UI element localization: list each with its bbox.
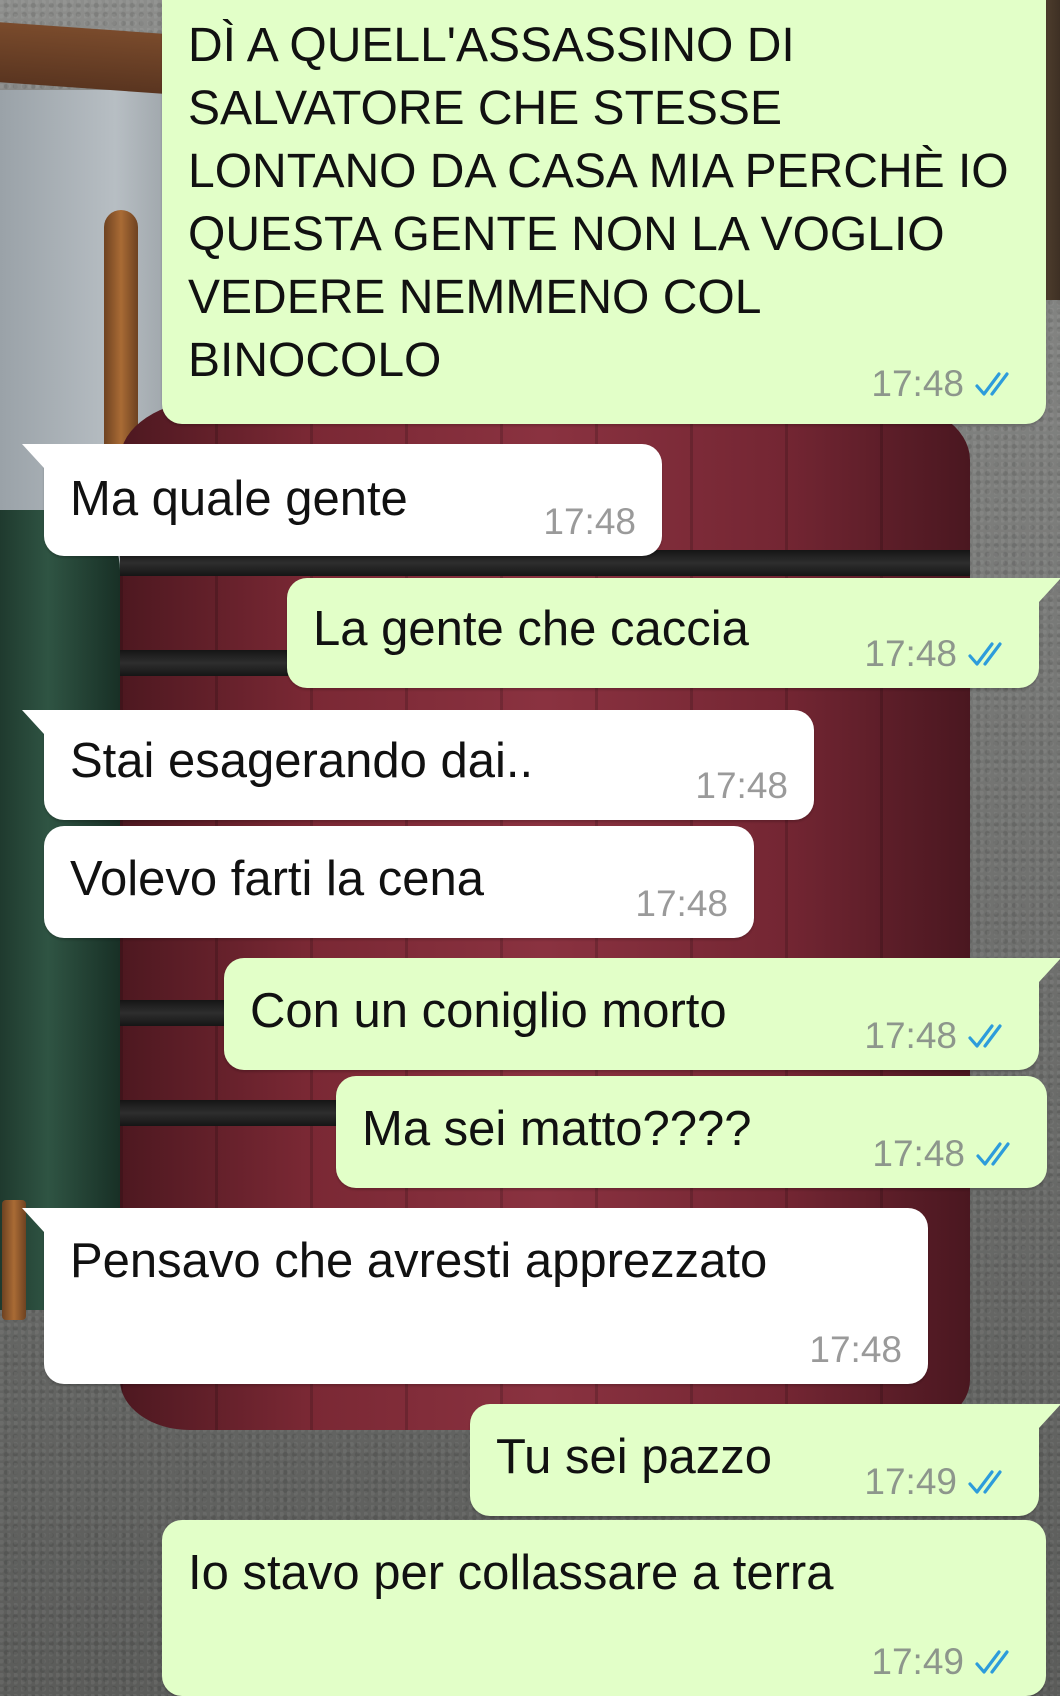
message-time: 17:48	[635, 883, 728, 924]
message-meta: 17:48	[543, 502, 636, 542]
message-time: 17:48	[864, 1015, 957, 1056]
message-text: Io stavo per collassare a terra	[188, 1546, 834, 1600]
message-meta: 17:49	[864, 1462, 1013, 1502]
message-time: 17:48	[543, 501, 636, 542]
message-bubble-incoming[interactable]: Volevo farti la cena 17:48	[44, 826, 754, 938]
chat-message-list[interactable]: DÌ A QUELL'ASSASSINO DI SALVATORE CHE ST…	[0, 0, 1060, 1696]
message-bubble-outgoing[interactable]: La gente che caccia 17:48	[287, 578, 1060, 688]
message-meta: 17:48	[871, 364, 1020, 404]
message-meta: 17:48	[864, 634, 1013, 674]
message-bubble-outgoing[interactable]: Io stavo per collassare a terra 17:49	[162, 1520, 1046, 1696]
double-check-icon	[975, 1650, 1009, 1674]
message-text: Pensavo che avresti apprezzato	[70, 1234, 768, 1288]
message-time: 17:49	[864, 1461, 957, 1502]
message-bubble-outgoing[interactable]: Ma sei matto???? 17:48	[336, 1076, 1047, 1188]
message-text: Stai esagerando dai..	[70, 734, 534, 788]
double-check-icon	[968, 1470, 1002, 1494]
message-text: DÌ A QUELL'ASSASSINO DI SALVATORE CHE ST…	[188, 19, 1022, 387]
message-bubble-incoming[interactable]: Pensavo che avresti apprezzato 17:48	[22, 1208, 928, 1384]
message-bubble-outgoing[interactable]: Con un coniglio morto 17:48	[224, 958, 1060, 1070]
double-check-icon	[968, 1024, 1002, 1048]
message-time: 17:48	[871, 363, 964, 404]
message-meta: 17:48	[695, 766, 788, 806]
message-time: 17:48	[809, 1329, 902, 1370]
message-bubble-incoming[interactable]: Stai esagerando dai.. 17:48	[22, 710, 814, 820]
double-check-icon	[976, 1142, 1010, 1166]
message-time: 17:48	[695, 765, 788, 806]
message-meta: 17:48	[635, 884, 728, 924]
message-bubble-outgoing[interactable]: Tu sei pazzo 17:49	[470, 1404, 1060, 1516]
message-meta: 17:48	[809, 1330, 902, 1370]
message-meta: 17:48	[864, 1016, 1013, 1056]
double-check-icon	[968, 642, 1002, 666]
message-bubble-incoming[interactable]: Ma quale gente 17:48	[22, 444, 662, 556]
double-check-icon	[975, 372, 1009, 396]
message-text: Volevo farti la cena	[70, 852, 485, 906]
message-time: 17:48	[864, 633, 957, 674]
message-time: 17:49	[871, 1641, 964, 1682]
message-meta: 17:48	[872, 1134, 1021, 1174]
message-meta: 17:49	[871, 1642, 1020, 1682]
message-bubble-outgoing[interactable]: DÌ A QUELL'ASSASSINO DI SALVATORE CHE ST…	[162, 0, 1046, 424]
message-time: 17:48	[872, 1133, 965, 1174]
